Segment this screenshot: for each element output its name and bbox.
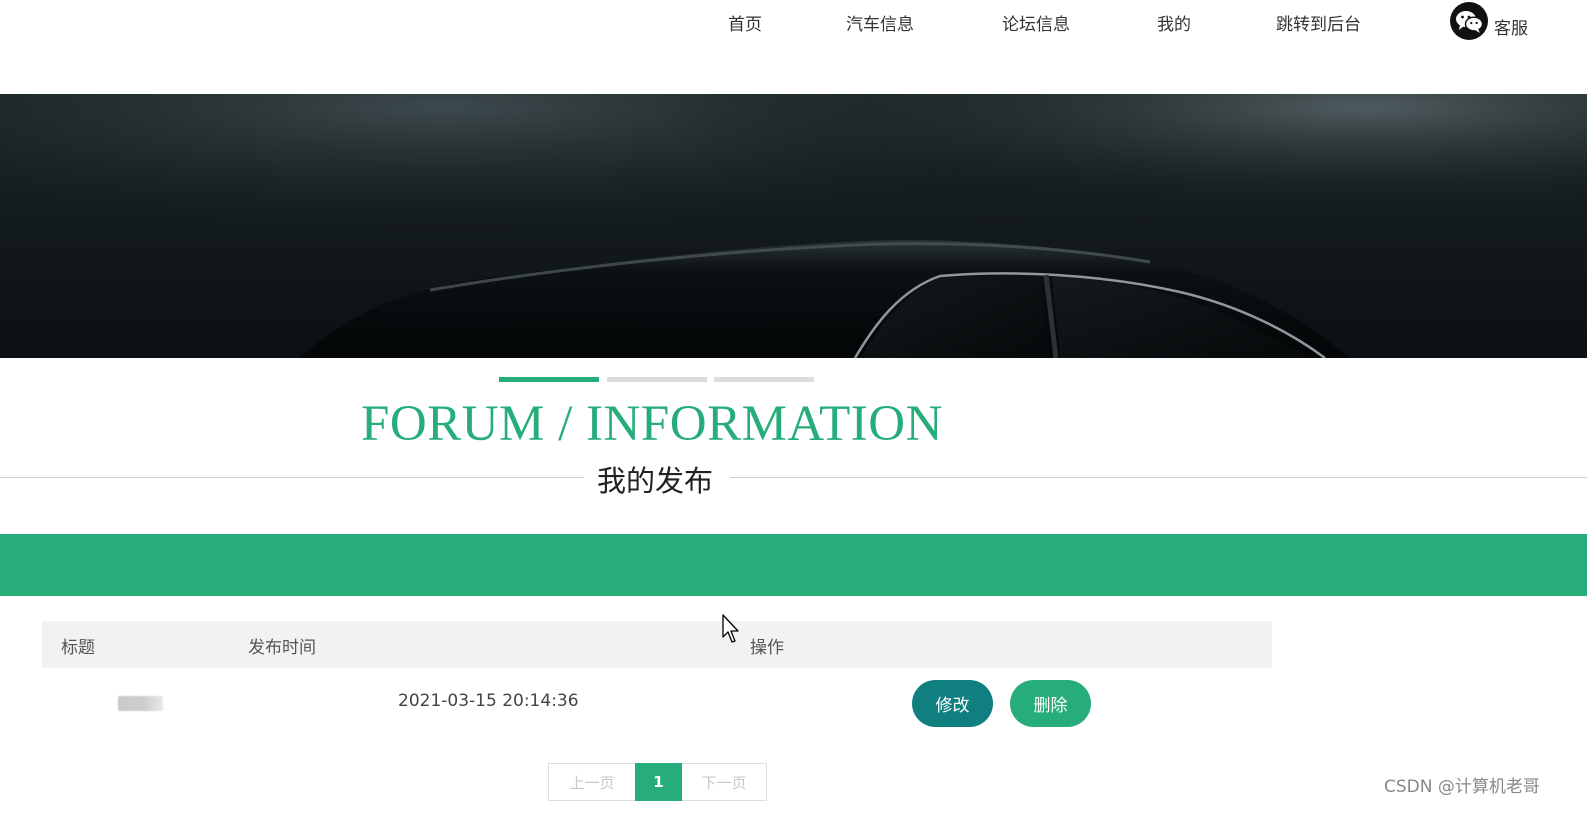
watermark-text: CSDN @计算机老哥	[1384, 777, 1540, 797]
section-title-en: FORUM / INFORMATION	[361, 396, 943, 452]
customer-service-label: 客服	[1494, 19, 1528, 39]
next-page-button[interactable]: 下一页	[682, 763, 767, 801]
carousel-indicator-2[interactable]	[607, 377, 707, 382]
column-header-action: 操作	[750, 638, 784, 658]
carousel-indicator-3[interactable]	[714, 377, 814, 382]
top-navigation: 首页 汽车信息 论坛信息 我的 跳转到后台 客服	[0, 0, 1587, 94]
nav-item-mine[interactable]: 我的	[1157, 10, 1191, 35]
prev-page-button[interactable]: 上一页	[548, 763, 635, 801]
nav-item-forum-info[interactable]: 论坛信息	[1002, 10, 1070, 35]
edit-button[interactable]: 修改	[912, 680, 993, 727]
column-header-time: 发布时间	[248, 638, 316, 658]
blurred-title-cell	[118, 696, 163, 711]
column-header-title: 标题	[61, 638, 95, 658]
section-divider-left	[0, 477, 584, 478]
carousel-indicator-1[interactable]	[499, 377, 599, 382]
nav-item-car-info[interactable]: 汽车信息	[846, 10, 914, 35]
mouse-pointer-icon	[722, 614, 742, 648]
delete-button[interactable]: 删除	[1010, 680, 1091, 727]
nav-item-admin[interactable]: 跳转到后台	[1276, 10, 1361, 35]
banner-car-image	[0, 94, 1587, 358]
green-band	[0, 534, 1587, 596]
banner-carousel[interactable]	[0, 94, 1587, 358]
publish-time-cell: 2021-03-15 20:14:36	[398, 691, 579, 711]
table-row: 2021-03-15 20:14:36 修改 删除	[42, 672, 1272, 734]
nav-item-home[interactable]: 首页	[728, 10, 762, 35]
wechat-icon	[1450, 2, 1488, 40]
page-number-current[interactable]: 1	[635, 763, 682, 801]
table-header: 标题 发布时间 操作	[42, 621, 1272, 668]
section-divider-right	[730, 477, 1587, 478]
section-title-cn: 我的发布	[597, 464, 714, 498]
customer-service-link[interactable]: 客服	[1450, 2, 1528, 40]
pagination: 上一页 1 下一页	[548, 763, 767, 801]
